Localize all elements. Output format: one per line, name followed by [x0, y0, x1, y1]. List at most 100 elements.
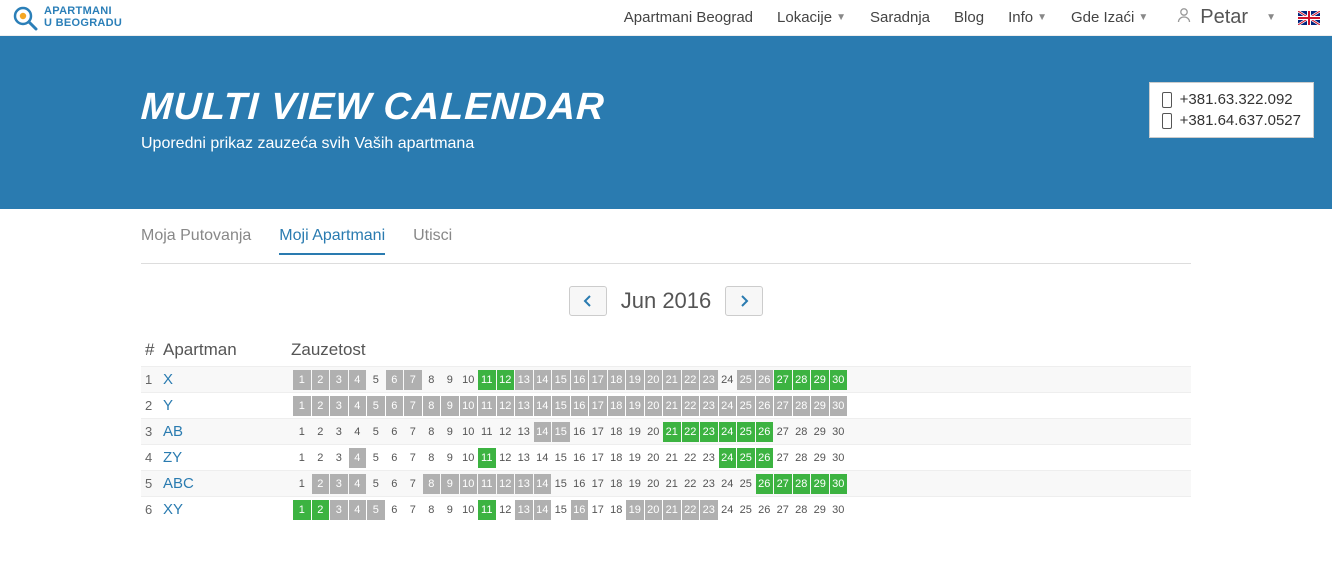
- day-cell[interactable]: 18: [608, 396, 626, 416]
- day-cell[interactable]: 17: [589, 474, 607, 494]
- day-cell[interactable]: 30: [830, 474, 848, 494]
- day-cell[interactable]: 18: [608, 500, 626, 520]
- apartment-link[interactable]: ZY: [163, 449, 287, 466]
- day-cell[interactable]: 25: [737, 474, 755, 494]
- day-cell[interactable]: 20: [645, 370, 663, 390]
- day-cell[interactable]: 5: [367, 396, 385, 416]
- day-cell[interactable]: 2: [312, 448, 330, 468]
- day-cell[interactable]: 8: [423, 396, 441, 416]
- day-cell[interactable]: 13: [515, 448, 533, 468]
- day-cell[interactable]: 16: [571, 474, 589, 494]
- apartment-link[interactable]: AB: [163, 423, 287, 440]
- day-cell[interactable]: 15: [552, 474, 570, 494]
- day-cell[interactable]: 1: [293, 500, 311, 520]
- day-cell[interactable]: 26: [756, 422, 774, 442]
- day-cell[interactable]: 5: [367, 474, 385, 494]
- day-cell[interactable]: 20: [645, 448, 663, 468]
- apartment-link[interactable]: XY: [163, 501, 287, 518]
- day-cell[interactable]: 4: [349, 500, 367, 520]
- day-cell[interactable]: 18: [608, 422, 626, 442]
- day-cell[interactable]: 30: [830, 396, 848, 416]
- day-cell[interactable]: 28: [793, 370, 811, 390]
- day-cell[interactable]: 26: [756, 396, 774, 416]
- day-cell[interactable]: 19: [626, 396, 644, 416]
- day-cell[interactable]: 24: [719, 500, 737, 520]
- tab-moja-putovanja[interactable]: Moja Putovanja: [141, 227, 251, 255]
- next-month-button[interactable]: [725, 286, 763, 316]
- day-cell[interactable]: 23: [700, 474, 718, 494]
- day-cell[interactable]: 28: [793, 500, 811, 520]
- day-cell[interactable]: 1: [293, 396, 311, 416]
- day-cell[interactable]: 20: [645, 500, 663, 520]
- day-cell[interactable]: 14: [534, 448, 552, 468]
- day-cell[interactable]: 24: [719, 474, 737, 494]
- day-cell[interactable]: 4: [349, 448, 367, 468]
- day-cell[interactable]: 21: [663, 500, 681, 520]
- day-cell[interactable]: 5: [367, 448, 385, 468]
- day-cell[interactable]: 22: [682, 422, 700, 442]
- tab-moji-apartmani[interactable]: Moji Apartmani: [279, 227, 385, 255]
- day-cell[interactable]: 4: [349, 370, 367, 390]
- day-cell[interactable]: 1: [293, 422, 311, 442]
- day-cell[interactable]: 2: [312, 370, 330, 390]
- day-cell[interactable]: 2: [312, 474, 330, 494]
- day-cell[interactable]: 8: [423, 422, 441, 442]
- day-cell[interactable]: 30: [830, 448, 848, 468]
- day-cell[interactable]: 13: [515, 396, 533, 416]
- contact-phone-1[interactable]: +381.63.322.092: [1162, 89, 1301, 110]
- day-cell[interactable]: 21: [663, 448, 681, 468]
- day-cell[interactable]: 26: [756, 370, 774, 390]
- day-cell[interactable]: 22: [682, 500, 700, 520]
- day-cell[interactable]: 25: [737, 396, 755, 416]
- nav-gde-izaci[interactable]: Gde Izaći▼: [1071, 9, 1148, 26]
- day-cell[interactable]: 6: [386, 370, 404, 390]
- day-cell[interactable]: 6: [386, 422, 404, 442]
- day-cell[interactable]: 7: [404, 500, 422, 520]
- day-cell[interactable]: 13: [515, 422, 533, 442]
- day-cell[interactable]: 17: [589, 500, 607, 520]
- day-cell[interactable]: 28: [793, 448, 811, 468]
- day-cell[interactable]: 1: [293, 370, 311, 390]
- day-cell[interactable]: 5: [367, 370, 385, 390]
- apartment-link[interactable]: ABC: [163, 475, 287, 492]
- day-cell[interactable]: 8: [423, 500, 441, 520]
- nav-saradnja[interactable]: Saradnja: [870, 9, 930, 26]
- day-cell[interactable]: 18: [608, 370, 626, 390]
- day-cell[interactable]: 19: [626, 474, 644, 494]
- day-cell[interactable]: 7: [404, 370, 422, 390]
- day-cell[interactable]: 14: [534, 422, 552, 442]
- day-cell[interactable]: 10: [460, 474, 478, 494]
- day-cell[interactable]: 6: [386, 474, 404, 494]
- day-cell[interactable]: 12: [497, 370, 515, 390]
- nav-info[interactable]: Info▼: [1008, 9, 1047, 26]
- day-cell[interactable]: 7: [404, 474, 422, 494]
- day-cell[interactable]: 26: [756, 448, 774, 468]
- day-cell[interactable]: 4: [349, 422, 367, 442]
- day-cell[interactable]: 2: [312, 422, 330, 442]
- day-cell[interactable]: 3: [330, 448, 348, 468]
- day-cell[interactable]: 28: [793, 422, 811, 442]
- day-cell[interactable]: 9: [441, 474, 459, 494]
- user-menu[interactable]: Petar ▼: [1176, 6, 1276, 29]
- day-cell[interactable]: 13: [515, 500, 533, 520]
- day-cell[interactable]: 23: [700, 422, 718, 442]
- day-cell[interactable]: 5: [367, 422, 385, 442]
- logo[interactable]: APARTMANI U BEOGRADU: [12, 5, 122, 31]
- language-flag-uk[interactable]: [1298, 11, 1320, 25]
- day-cell[interactable]: 10: [460, 448, 478, 468]
- day-cell[interactable]: 10: [460, 396, 478, 416]
- day-cell[interactable]: 10: [460, 422, 478, 442]
- day-cell[interactable]: 3: [330, 370, 348, 390]
- prev-month-button[interactable]: [569, 286, 607, 316]
- day-cell[interactable]: 13: [515, 474, 533, 494]
- day-cell[interactable]: 11: [478, 474, 496, 494]
- nav-apartmani-beograd[interactable]: Apartmani Beograd: [624, 9, 753, 26]
- nav-lokacije[interactable]: Lokacije▼: [777, 9, 846, 26]
- day-cell[interactable]: 2: [312, 396, 330, 416]
- day-cell[interactable]: 8: [423, 448, 441, 468]
- day-cell[interactable]: 6: [386, 448, 404, 468]
- day-cell[interactable]: 23: [700, 396, 718, 416]
- day-cell[interactable]: 4: [349, 474, 367, 494]
- day-cell[interactable]: 15: [552, 448, 570, 468]
- day-cell[interactable]: 16: [571, 422, 589, 442]
